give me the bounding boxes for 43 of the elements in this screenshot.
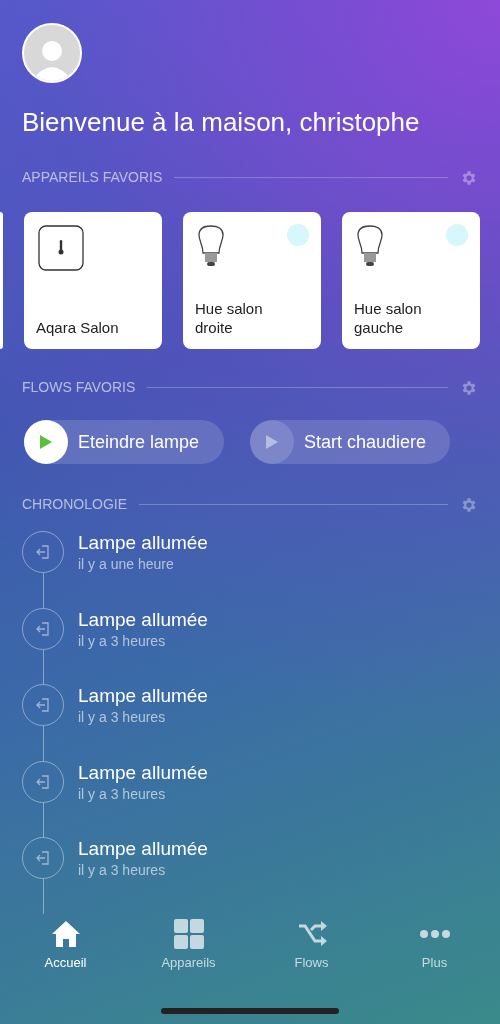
device-name: Aqara Salon bbox=[36, 318, 120, 337]
event-time: il y a 3 heures bbox=[78, 708, 167, 726]
device-card[interactable]: Hue salon gauche bbox=[342, 212, 480, 349]
exit-icon bbox=[35, 850, 51, 866]
nav-tab[interactable]: Accueil bbox=[15, 918, 116, 972]
more-icon bbox=[418, 929, 451, 938]
device-name: Hue salon gauche bbox=[354, 299, 423, 337]
exit-icon bbox=[35, 544, 51, 560]
event-time: il y a 3 heures bbox=[78, 861, 167, 879]
section-heading: CHRONOLOGIE bbox=[22, 495, 127, 514]
welcome-title: Bienvenue à la maison, christophe bbox=[22, 106, 421, 139]
section-heading: APPAREILS FAVORIS bbox=[22, 168, 163, 187]
thermometer-icon bbox=[38, 225, 84, 271]
event-title: Lampe allumée bbox=[78, 684, 208, 708]
device-card[interactable] bbox=[0, 212, 3, 349]
nav-tab[interactable]: Plus bbox=[384, 918, 485, 972]
flow-button[interactable]: Eteindre lampe bbox=[24, 420, 224, 464]
settings-icon[interactable] bbox=[460, 168, 478, 187]
exit-icon bbox=[35, 697, 51, 713]
device-name: Hue salon droite bbox=[195, 299, 264, 337]
section-heading: FLOWS FAVORIS bbox=[22, 378, 136, 397]
event-title: Lampe allumée bbox=[78, 531, 208, 555]
event-time: il y a 3 heures bbox=[78, 631, 167, 650]
settings-icon[interactable] bbox=[460, 378, 478, 397]
exit-icon bbox=[35, 620, 51, 637]
grid-icon bbox=[173, 918, 204, 949]
event-time: il y a une heure bbox=[78, 555, 175, 573]
avatar[interactable] bbox=[22, 23, 82, 83]
event-time: il y a 3 heures bbox=[78, 784, 167, 803]
nav-tab[interactable]: Flows bbox=[261, 918, 362, 972]
device-card[interactable]: Aqara Salon bbox=[24, 212, 162, 349]
exit-icon bbox=[35, 773, 51, 790]
settings-icon[interactable] bbox=[460, 495, 478, 514]
nav-tab[interactable]: Appareils bbox=[138, 918, 239, 972]
event-title: Lampe allumée bbox=[78, 837, 208, 861]
event-title: Lampe allumée bbox=[78, 760, 208, 785]
device-card[interactable]: Hue salon droite bbox=[183, 212, 321, 349]
flow-button[interactable]: Start chaudiere bbox=[250, 420, 450, 464]
shuffle-icon bbox=[296, 918, 327, 949]
home-icon bbox=[50, 918, 81, 949]
event-title: Lampe allumée bbox=[78, 607, 208, 632]
play-icon bbox=[39, 434, 53, 450]
play-icon bbox=[265, 434, 279, 450]
